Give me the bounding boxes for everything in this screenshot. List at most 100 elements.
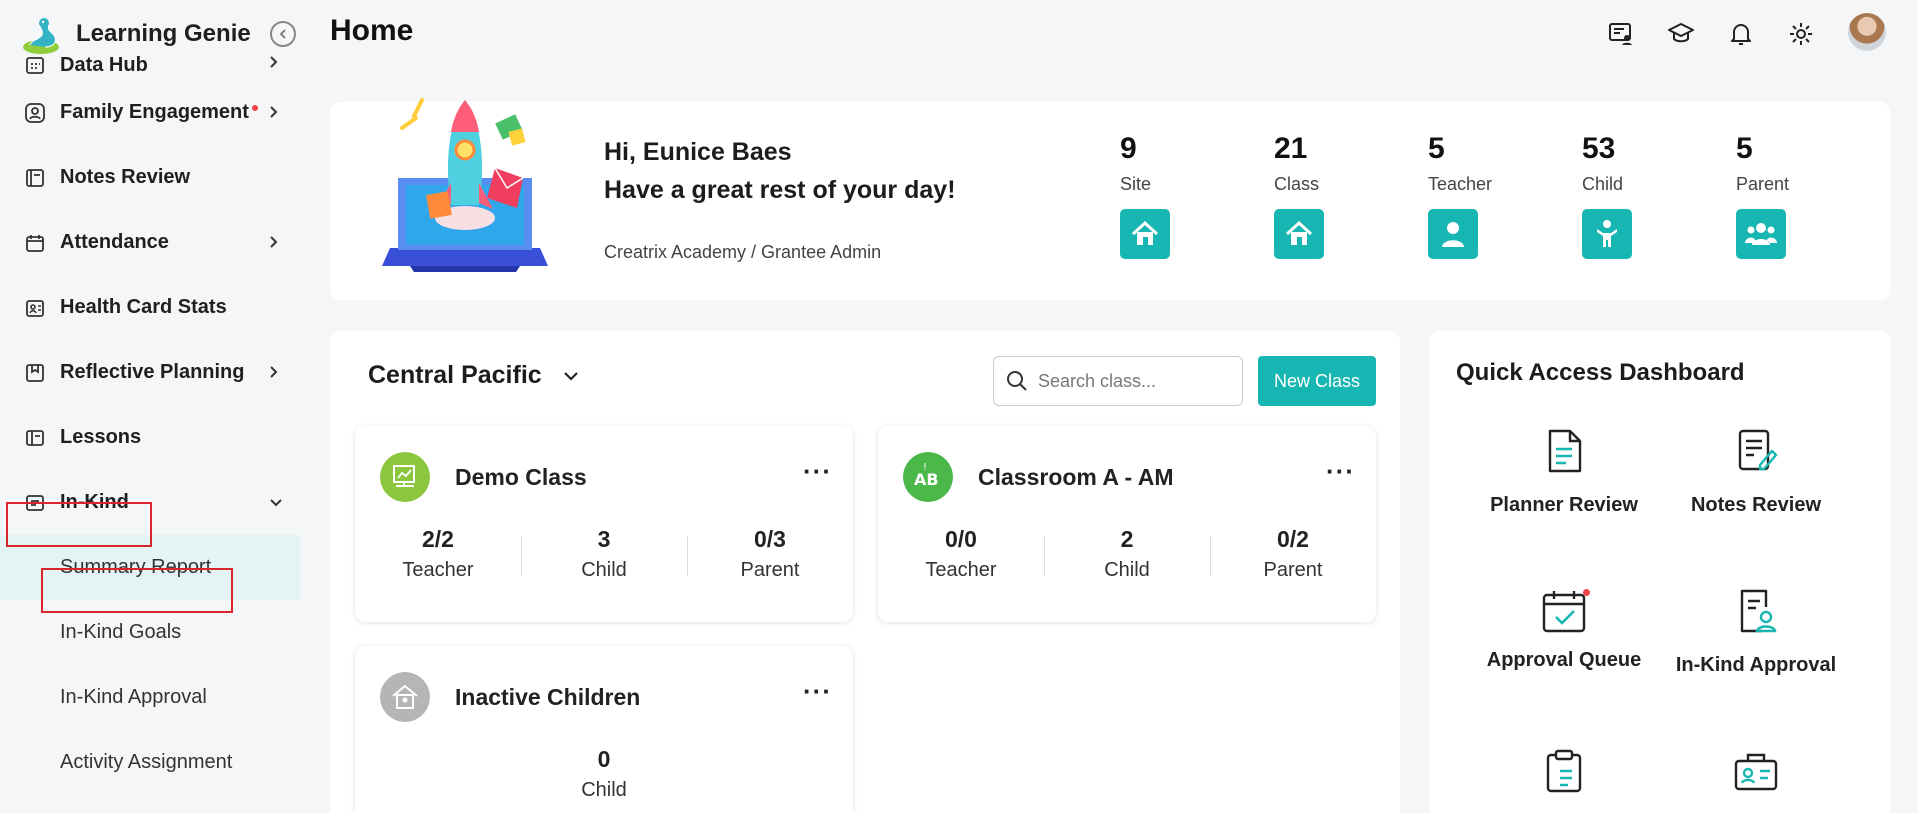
class-stat-label: Teacher [402, 559, 474, 581]
class-stat: 0/0 Teacher [878, 526, 1044, 582]
more-options-button[interactable]: ··· [1326, 456, 1355, 487]
child-icon[interactable] [1582, 209, 1632, 259]
app-name: Learning Genie [76, 20, 251, 47]
class-stat-label: Child [1104, 559, 1150, 581]
class-stats: 2/2 Teacher 3 Child 0/3 Parent [355, 526, 853, 582]
bell-icon[interactable] [1726, 19, 1756, 49]
stat-site[interactable]: 9 Site [1120, 132, 1240, 259]
quick-access-panel: Quick Access Dashboard Planner Review No… [1430, 331, 1890, 813]
sidebar-subitem-activity-assignment[interactable]: Activity Assignment [0, 730, 300, 795]
sidebar-item-label: Health Card Stats [60, 296, 227, 318]
class-stat-value: 2 [1120, 526, 1134, 552]
stat-label: Site [1120, 174, 1152, 194]
sidebar-item-in-kind[interactable]: In-Kind [0, 470, 300, 535]
sidebar-subitem-inkind-goals[interactable]: In-Kind Goals [0, 600, 300, 665]
stat-parent[interactable]: 5 Parent [1736, 132, 1856, 259]
quick-planner-review[interactable]: Planner Review [1464, 427, 1664, 517]
class-card-inactive-children[interactable]: Inactive Children ··· 0 Child [355, 646, 853, 813]
sidebar-item-label: Data Hub [60, 53, 148, 76]
organization-role: Creatrix Academy / Grantee Admin [604, 242, 882, 262]
new-class-button[interactable]: New Class [1258, 356, 1376, 406]
brand: Learning Genie [20, 12, 296, 56]
calendar-check-icon [1540, 587, 1590, 635]
gear-icon[interactable] [1786, 19, 1816, 49]
sidebar-item-notes-review[interactable]: Notes Review [0, 145, 300, 210]
inactive-class-icon [380, 672, 430, 722]
quick-notes-review[interactable]: Notes Review [1656, 427, 1856, 517]
stat-value: 53 [1582, 132, 1616, 165]
quick-approval-queue[interactable]: Approval Queue [1464, 587, 1664, 672]
sidebar-item-lessons[interactable]: Lessons [0, 405, 300, 470]
document-icon [1548, 429, 1582, 473]
stat-value: 9 [1120, 132, 1137, 165]
stat-label: Child [1582, 174, 1624, 194]
search-icon [1007, 371, 1027, 391]
class-name: Inactive Children [455, 684, 641, 710]
chevron-down-icon [270, 499, 282, 507]
sidebar-item-family-engagement[interactable]: Family Engagement [0, 80, 300, 145]
quick-inkind-approval[interactable]: In-Kind Approval [1656, 587, 1856, 677]
class-stat-label: Child [581, 559, 627, 581]
stat-class[interactable]: 21 Class [1274, 132, 1394, 259]
home-icon[interactable] [1274, 209, 1324, 259]
clipboard-icon [1546, 749, 1582, 793]
quick-staff-id[interactable] [1656, 747, 1856, 800]
more-options-button[interactable]: ··· [803, 456, 832, 487]
sidebar-item-reflective-planning[interactable]: Reflective Planning [0, 340, 300, 405]
class-stat: 0/2 Parent [1210, 526, 1376, 582]
chevron-right-icon [270, 236, 278, 248]
sidebar-item-label: Lessons [60, 426, 142, 448]
class-stat-value: 0/2 [1277, 526, 1309, 552]
greeting-text: Hi, Eunice Baes [604, 138, 792, 166]
user-avatar[interactable] [1848, 13, 1886, 51]
family-icon [24, 102, 46, 124]
class-stat: 3 Child [521, 526, 687, 582]
chevron-right-icon [270, 366, 278, 378]
quick-item-label: Approval Queue [1486, 649, 1642, 671]
sidebar-item-label: Notes Review [60, 166, 191, 188]
class-card-classroom-a-am[interactable]: AB! Classroom A - AM ··· 0/0 Teacher 2 Chi… [878, 426, 1376, 622]
greeting-message: Have a great rest of your day! [604, 176, 956, 204]
sidebar-item-label-text: Family Engagement [60, 101, 249, 123]
class-name: Demo Class [455, 464, 587, 490]
graduation-cap-icon[interactable] [1666, 19, 1696, 49]
notes-icon [24, 167, 46, 189]
sidebar-item-health-card-stats[interactable]: Health Card Stats [0, 275, 300, 340]
person-icon[interactable] [1428, 209, 1478, 259]
search-class-input[interactable] [1038, 370, 1228, 392]
sidebar-item-attendance[interactable]: Attendance [0, 210, 300, 275]
class-card-demo-class[interactable]: Demo Class ··· 2/2 Teacher 3 Child 0/3 Pare… [355, 426, 853, 622]
chevron-down-icon [563, 371, 578, 381]
bookmark-icon [24, 362, 46, 384]
health-card-icon [24, 297, 46, 319]
more-options-button[interactable]: ··· [803, 676, 832, 707]
quick-item-label: In-Kind Approval [1675, 654, 1837, 676]
quick-access-title: Quick Access Dashboard [1456, 359, 1745, 386]
page-title: Home [330, 14, 414, 47]
edit-notes-icon [1738, 429, 1778, 471]
class-stat-label: Parent [1263, 559, 1323, 581]
collapse-sidebar-button[interactable] [270, 21, 296, 47]
stat-value: 5 [1428, 132, 1445, 165]
home-icon[interactable] [1120, 209, 1170, 259]
briefcase-id-icon [1734, 753, 1778, 791]
stat-teacher[interactable]: 5 Teacher [1428, 132, 1548, 259]
class-stats: 0 Child [355, 746, 853, 802]
quick-item-label: Notes Review [1690, 494, 1822, 516]
notification-dot [251, 105, 258, 111]
class-stat: 0 Child [355, 746, 853, 802]
search-class-field[interactable] [993, 356, 1243, 406]
group-icon[interactable] [1736, 209, 1786, 259]
stat-value: 5 [1736, 132, 1753, 165]
region-selector[interactable]: Central Pacific [368, 361, 580, 390]
sidebar-subitem-inkind-approval[interactable]: In-Kind Approval [0, 665, 300, 730]
notification-dot [1583, 589, 1590, 596]
class-avatar-icon: AB! [903, 452, 953, 502]
stat-child[interactable]: 53 Child [1582, 132, 1702, 259]
quick-clipboard[interactable] [1464, 747, 1664, 800]
sidebar-subitem-summary-report[interactable]: Summary Report [0, 535, 300, 600]
class-stats: 0/0 Teacher 2 Child 0/2 Parent [878, 526, 1376, 582]
class-stat-label: Child [581, 779, 627, 801]
class-stat: 2 Child [1044, 526, 1210, 582]
feedback-icon[interactable] [1606, 19, 1636, 49]
